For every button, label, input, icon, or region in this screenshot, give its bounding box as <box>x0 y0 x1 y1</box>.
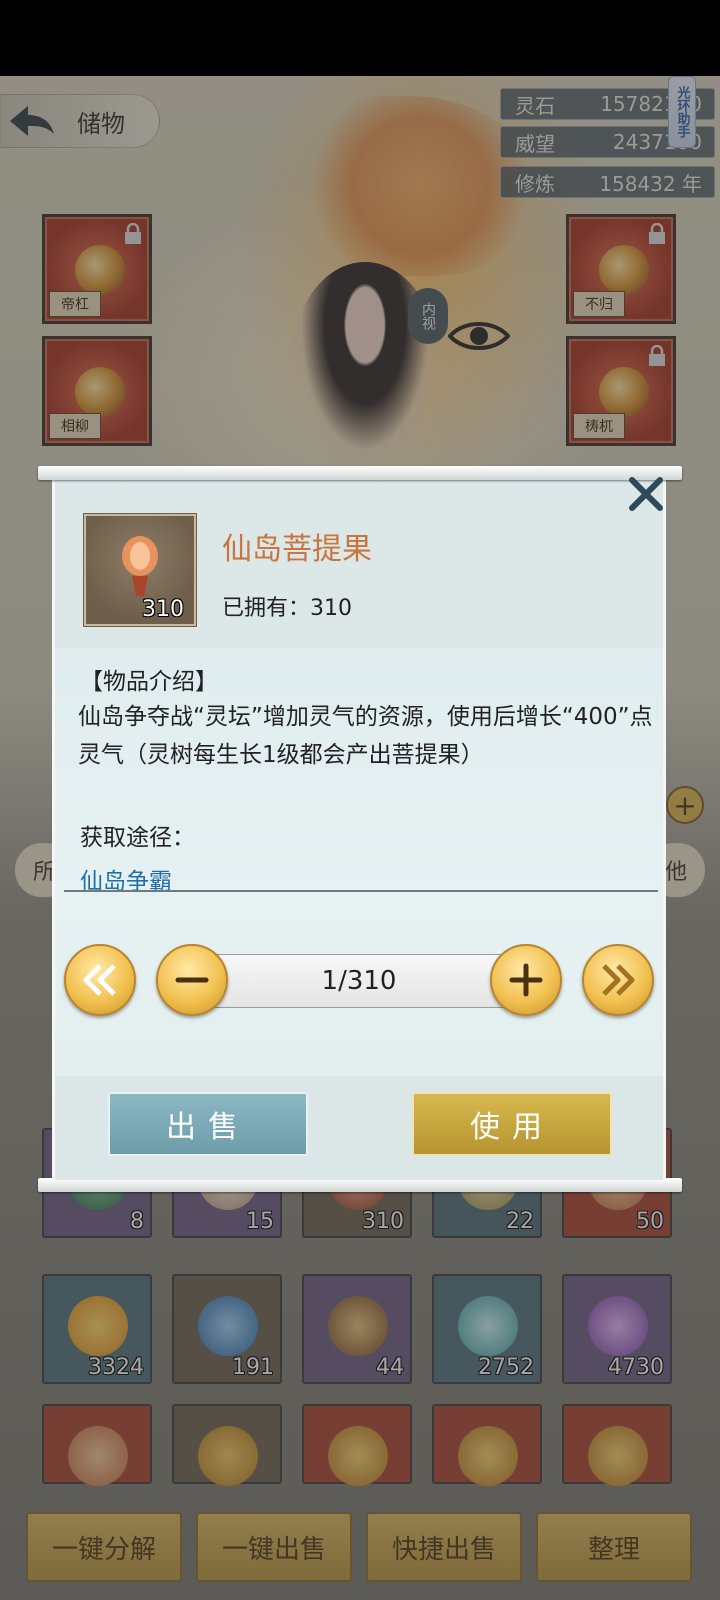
source-heading: 获取途径： <box>80 825 195 851</box>
item-quantity-badge: 310 <box>142 597 184 622</box>
max-quantity-button[interactable] <box>582 944 654 1016</box>
double-chevron-right-icon <box>602 964 635 996</box>
use-button[interactable]: 使用 <box>412 1092 612 1156</box>
quantity-stepper[interactable]: 1/310 <box>208 954 510 1008</box>
owned-count: 已拥有：310 <box>222 596 352 621</box>
description-text: 仙岛争夺战“灵坛”增加灵气的资源，使用后增长“400”点灵气（灵树每生长1级都会… <box>78 704 653 768</box>
decrease-button[interactable] <box>156 944 228 1016</box>
min-quantity-button[interactable] <box>64 944 136 1016</box>
scroll-rail-top <box>38 466 682 480</box>
sell-button[interactable]: 出售 <box>108 1092 308 1156</box>
increase-button[interactable] <box>490 944 562 1016</box>
status-bar <box>0 0 720 76</box>
scroll-rail-bottom <box>38 1178 682 1192</box>
bodhi-fruit-icon <box>122 536 158 596</box>
double-chevron-left-icon <box>83 964 116 996</box>
description-heading: 【物品介绍】 <box>80 669 218 695</box>
item-icon-frame: 310 <box>84 514 196 626</box>
divider <box>64 890 658 892</box>
minus-icon <box>175 977 209 983</box>
close-icon[interactable] <box>626 474 666 514</box>
plus-icon <box>509 963 543 997</box>
item-name: 仙岛菩提果 <box>222 532 372 567</box>
